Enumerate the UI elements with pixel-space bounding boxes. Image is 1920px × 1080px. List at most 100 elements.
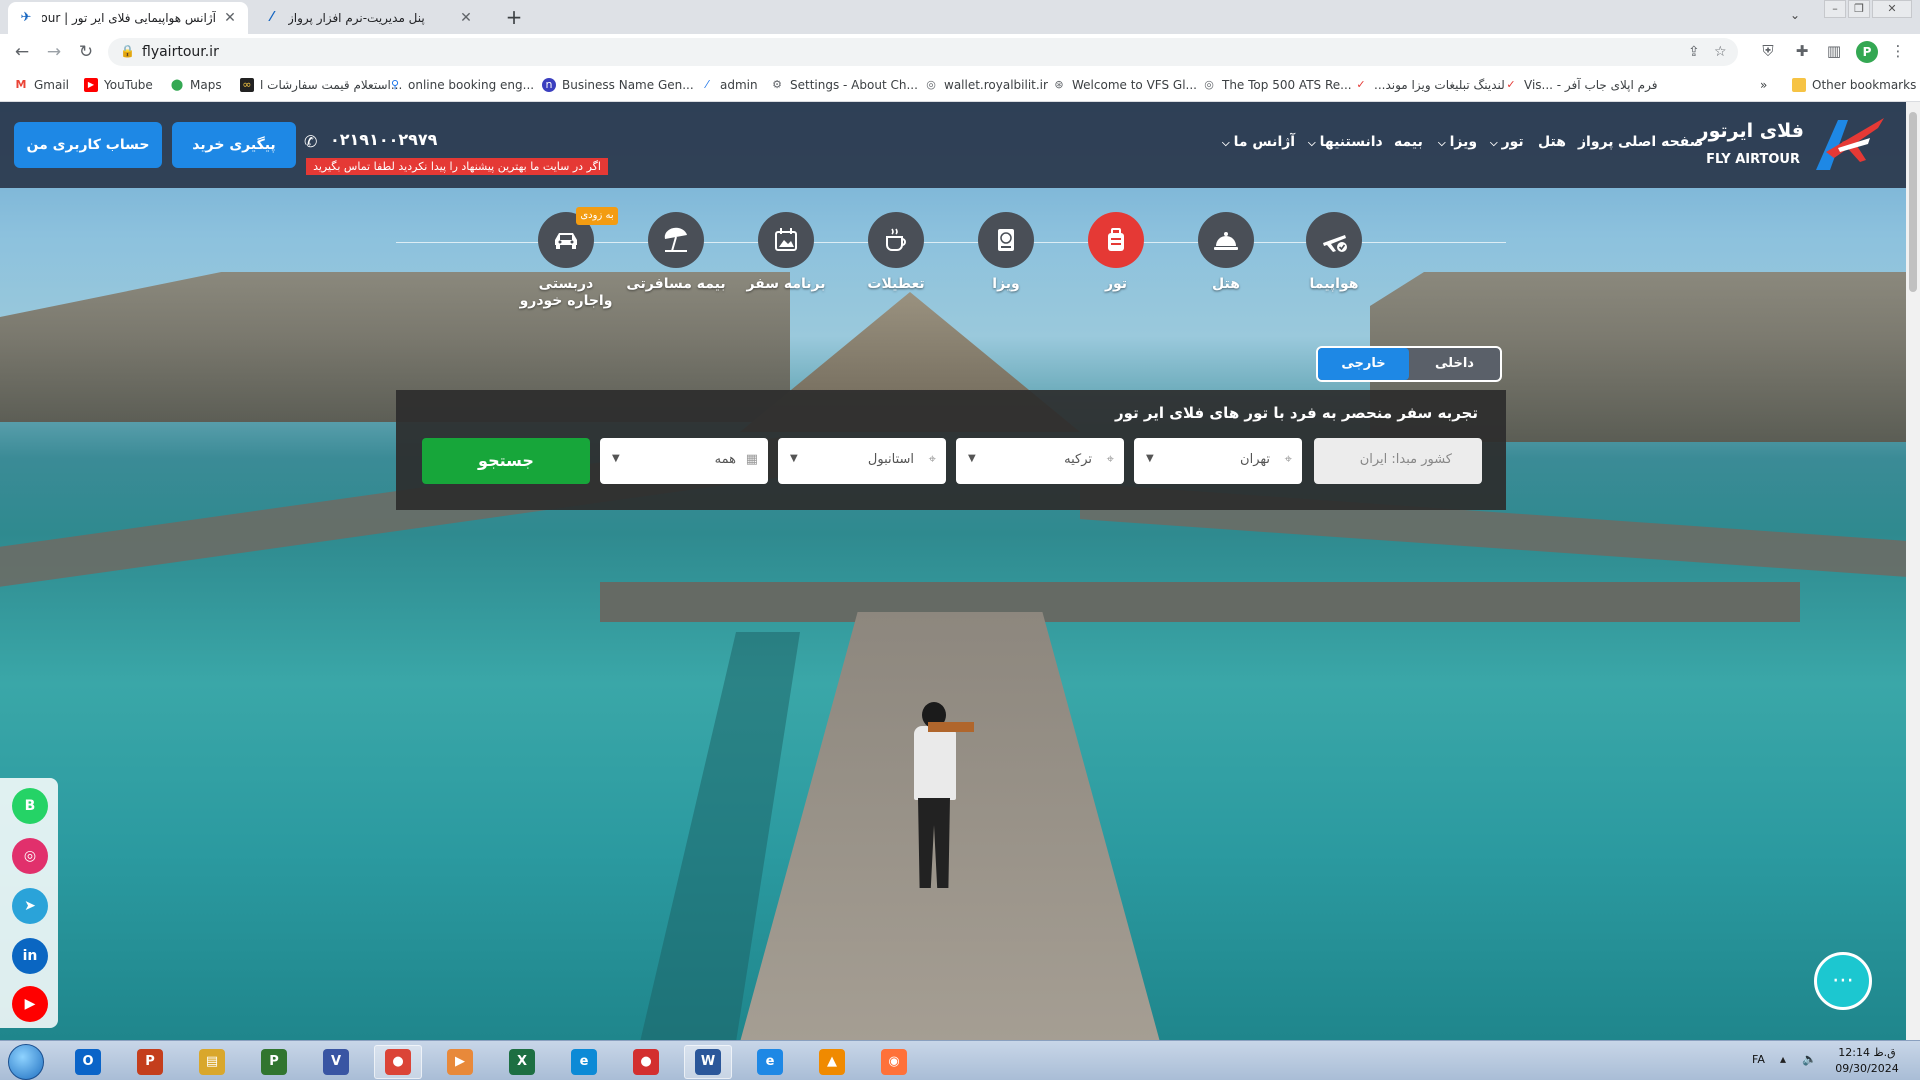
back-icon[interactable]: ← bbox=[10, 41, 34, 63]
language-indicator[interactable]: FA bbox=[1752, 1053, 1765, 1066]
service-car-rental[interactable]: دربستی واجاره خودرو bbox=[516, 212, 616, 310]
nav-home[interactable]: صفحه اصلی bbox=[1618, 134, 1703, 150]
taskbar-app-project[interactable]: P bbox=[250, 1045, 298, 1079]
search-panel-title: تجربه سفر منحصر به فرد با تور های فلای ا… bbox=[1115, 404, 1478, 422]
bookmark-settings[interactable]: ⚙ Settings - About Ch... bbox=[770, 78, 918, 92]
close-tab-icon[interactable]: ✕ bbox=[458, 10, 474, 26]
close-tab-icon[interactable]: ✕ bbox=[222, 10, 238, 26]
taskbar-app-powerpoint[interactable]: P bbox=[126, 1045, 174, 1079]
destination-city-select[interactable]: ⌖ استانبول ▼ bbox=[778, 438, 946, 484]
tab-international[interactable]: خارجی bbox=[1318, 348, 1409, 380]
origin-city-select[interactable]: ⌖ تهران ▼ bbox=[1134, 438, 1302, 484]
windows-start-icon[interactable] bbox=[8, 1044, 44, 1080]
linkedin-icon[interactable]: in bbox=[12, 938, 48, 974]
taskbar-app-word[interactable]: W bbox=[684, 1045, 732, 1079]
service-tour[interactable]: تور bbox=[1066, 212, 1166, 293]
bookmark-price-inquiry[interactable]: ∞ استعلام قیمت سفارشات ا... bbox=[240, 78, 402, 92]
taskbar-app-file-explorer[interactable]: ▤ bbox=[188, 1045, 236, 1079]
nav-knowledge[interactable]: دانستنیها⌵ bbox=[1308, 134, 1383, 150]
share-icon[interactable]: ⇪ bbox=[1688, 44, 1700, 60]
taskbar-app-internet-explorer[interactable]: e bbox=[746, 1045, 794, 1079]
page-scrollbar[interactable] bbox=[1906, 102, 1920, 1040]
service-itinerary[interactable]: برنامه سفر bbox=[736, 212, 836, 293]
phone-number[interactable]: ۰۲۱۹۱۰۰۲۹۷۹ bbox=[330, 130, 437, 149]
bookmark-gmail[interactable]: M Gmail bbox=[14, 78, 70, 92]
taskbar-app-excel[interactable]: X bbox=[498, 1045, 546, 1079]
visio-icon: V bbox=[323, 1049, 349, 1075]
my-account-button[interactable]: حساب کاربری من bbox=[14, 122, 162, 168]
address-bar[interactable]: 🔒 flyairtour.ir ⇪ ☆ bbox=[108, 38, 1738, 66]
tab-flyairtour[interactable]: ✈ آژانس هواپیمایی فلای ایر تور | flyairt… bbox=[8, 2, 248, 34]
logo-text-en[interactable]: FLY AIRTOUR bbox=[1696, 152, 1800, 167]
flyairtour-favicon-icon: ✈ bbox=[20, 10, 32, 25]
service-airplane[interactable]: هواپیما bbox=[1284, 212, 1384, 293]
volume-icon[interactable]: 🔈 bbox=[1802, 1052, 1817, 1066]
bookmark-business-name[interactable]: n Business Name Gen... bbox=[542, 78, 694, 92]
bookmark-booking-engine[interactable]: ⚲ online booking eng... bbox=[388, 78, 534, 92]
date-select[interactable]: ▦ همه ▼ bbox=[600, 438, 768, 484]
bookmark-top500-ats[interactable]: ◎ The Top 500 ATS Re... bbox=[1202, 78, 1351, 92]
bookmark-vfs[interactable]: ⊛ Welcome to VFS Gl... bbox=[1052, 78, 1197, 92]
edge-icon: e bbox=[571, 1049, 597, 1075]
bookmark-admin[interactable]: ⁄ admin bbox=[700, 78, 758, 92]
nav-flight[interactable]: پرواز bbox=[1578, 134, 1614, 150]
forward-icon[interactable]: → bbox=[42, 41, 66, 63]
profile-avatar[interactable]: P bbox=[1856, 41, 1878, 63]
minimize-icon[interactable]: – bbox=[1824, 0, 1846, 18]
tab-domestic[interactable]: داخلی bbox=[1409, 348, 1500, 380]
search-button[interactable]: جستجو bbox=[422, 438, 590, 484]
record-icon: ● bbox=[633, 1049, 659, 1075]
nav-insurance[interactable]: بیمه bbox=[1394, 134, 1423, 150]
feather-icon: ⁄ bbox=[706, 78, 708, 91]
close-window-icon[interactable]: ✕ bbox=[1872, 0, 1912, 18]
track-purchase-button[interactable]: پیگیری خرید bbox=[172, 122, 296, 168]
flyairtour-logo-icon[interactable] bbox=[1808, 112, 1888, 176]
word-icon: W bbox=[695, 1049, 721, 1075]
service-holidays[interactable]: تعطیلات bbox=[846, 212, 946, 293]
extensions-puzzle-icon[interactable]: ✚ bbox=[1792, 42, 1812, 60]
bookmark-wallet[interactable]: ◎ wallet.royalbilit.ir bbox=[924, 78, 1048, 92]
nav-visa[interactable]: ویزا⌵ bbox=[1438, 134, 1477, 150]
clock[interactable]: 12:14 ق.ظ 09/30/2024 bbox=[1830, 1045, 1904, 1077]
taskbar-app-chrome[interactable]: ● bbox=[374, 1045, 422, 1079]
taskbar-app-visio[interactable]: V bbox=[312, 1045, 360, 1079]
service-travel-insurance[interactable]: بیمه مسافرتی bbox=[626, 212, 726, 293]
other-bookmarks[interactable]: Other bookmarks bbox=[1792, 78, 1916, 92]
menu-kebab-icon[interactable]: ⋮ bbox=[1888, 42, 1908, 60]
nav-hotel[interactable]: هتل bbox=[1538, 134, 1566, 150]
logo-text-fa[interactable]: فلای ایرتور bbox=[1696, 120, 1804, 142]
whatsapp-business-icon[interactable]: B bbox=[12, 788, 48, 824]
bookmark-job-offer-form[interactable]: ✓ فرم اپلای جاب آفر - ...Vis bbox=[1504, 78, 1657, 92]
bookmark-youtube[interactable]: ▶ YouTube bbox=[84, 78, 153, 92]
extension-shield-icon[interactable]: ⛨ bbox=[1758, 42, 1778, 60]
side-panel-icon[interactable]: ▥ bbox=[1824, 42, 1844, 60]
new-tab-button[interactable]: + bbox=[500, 4, 528, 32]
telegram-icon[interactable]: ➤ bbox=[12, 888, 48, 924]
nav-tour[interactable]: تور⌵ bbox=[1490, 134, 1524, 150]
taskbar-app-firefox[interactable]: ◉ bbox=[870, 1045, 918, 1079]
hero-person bbox=[908, 702, 974, 892]
taskbar-app-record[interactable]: ● bbox=[622, 1045, 670, 1079]
taskbar-app-vlc[interactable]: ▲ bbox=[808, 1045, 856, 1079]
chat-support-icon[interactable]: ⋯ bbox=[1814, 952, 1872, 1010]
scrollbar-thumb[interactable] bbox=[1909, 112, 1917, 292]
youtube-icon[interactable]: ▶ bbox=[12, 986, 48, 1022]
bookmark-visa-landing[interactable]: ✓ لندینگ تبلیغات ویزا موند... bbox=[1354, 78, 1504, 92]
taskbar-app-media-player[interactable]: ▶ bbox=[436, 1045, 484, 1079]
nav-our-agency[interactable]: آژانس ما⌵ bbox=[1222, 134, 1295, 150]
service-visa[interactable]: ویزا bbox=[956, 212, 1056, 293]
destination-country-select[interactable]: ⌖ ترکیه ▼ bbox=[956, 438, 1124, 484]
tab-admin-panel[interactable]: ⁄ پنل مدیریت-نرم افزار پرواز ✕ bbox=[254, 2, 484, 34]
taskbar-app-edge[interactable]: e bbox=[560, 1045, 608, 1079]
bookmark-maps[interactable]: ⬤ Maps bbox=[170, 78, 222, 92]
restore-icon[interactable]: ❐ bbox=[1848, 0, 1870, 18]
reload-icon[interactable]: ↻ bbox=[74, 41, 98, 63]
tray-expand-icon[interactable]: ▴ bbox=[1780, 1052, 1786, 1066]
bookmark-star-icon[interactable]: ☆ bbox=[1714, 44, 1727, 60]
service-hotel[interactable]: هتل bbox=[1176, 212, 1276, 293]
instagram-icon[interactable]: ◎ bbox=[12, 838, 48, 874]
tab-search-icon[interactable]: ⌄ bbox=[1790, 8, 1800, 22]
lock-icon[interactable]: 🔒 bbox=[120, 44, 135, 58]
taskbar-app-outlook[interactable]: O bbox=[64, 1045, 112, 1079]
bookmarks-overflow-button[interactable]: » bbox=[1760, 78, 1767, 92]
